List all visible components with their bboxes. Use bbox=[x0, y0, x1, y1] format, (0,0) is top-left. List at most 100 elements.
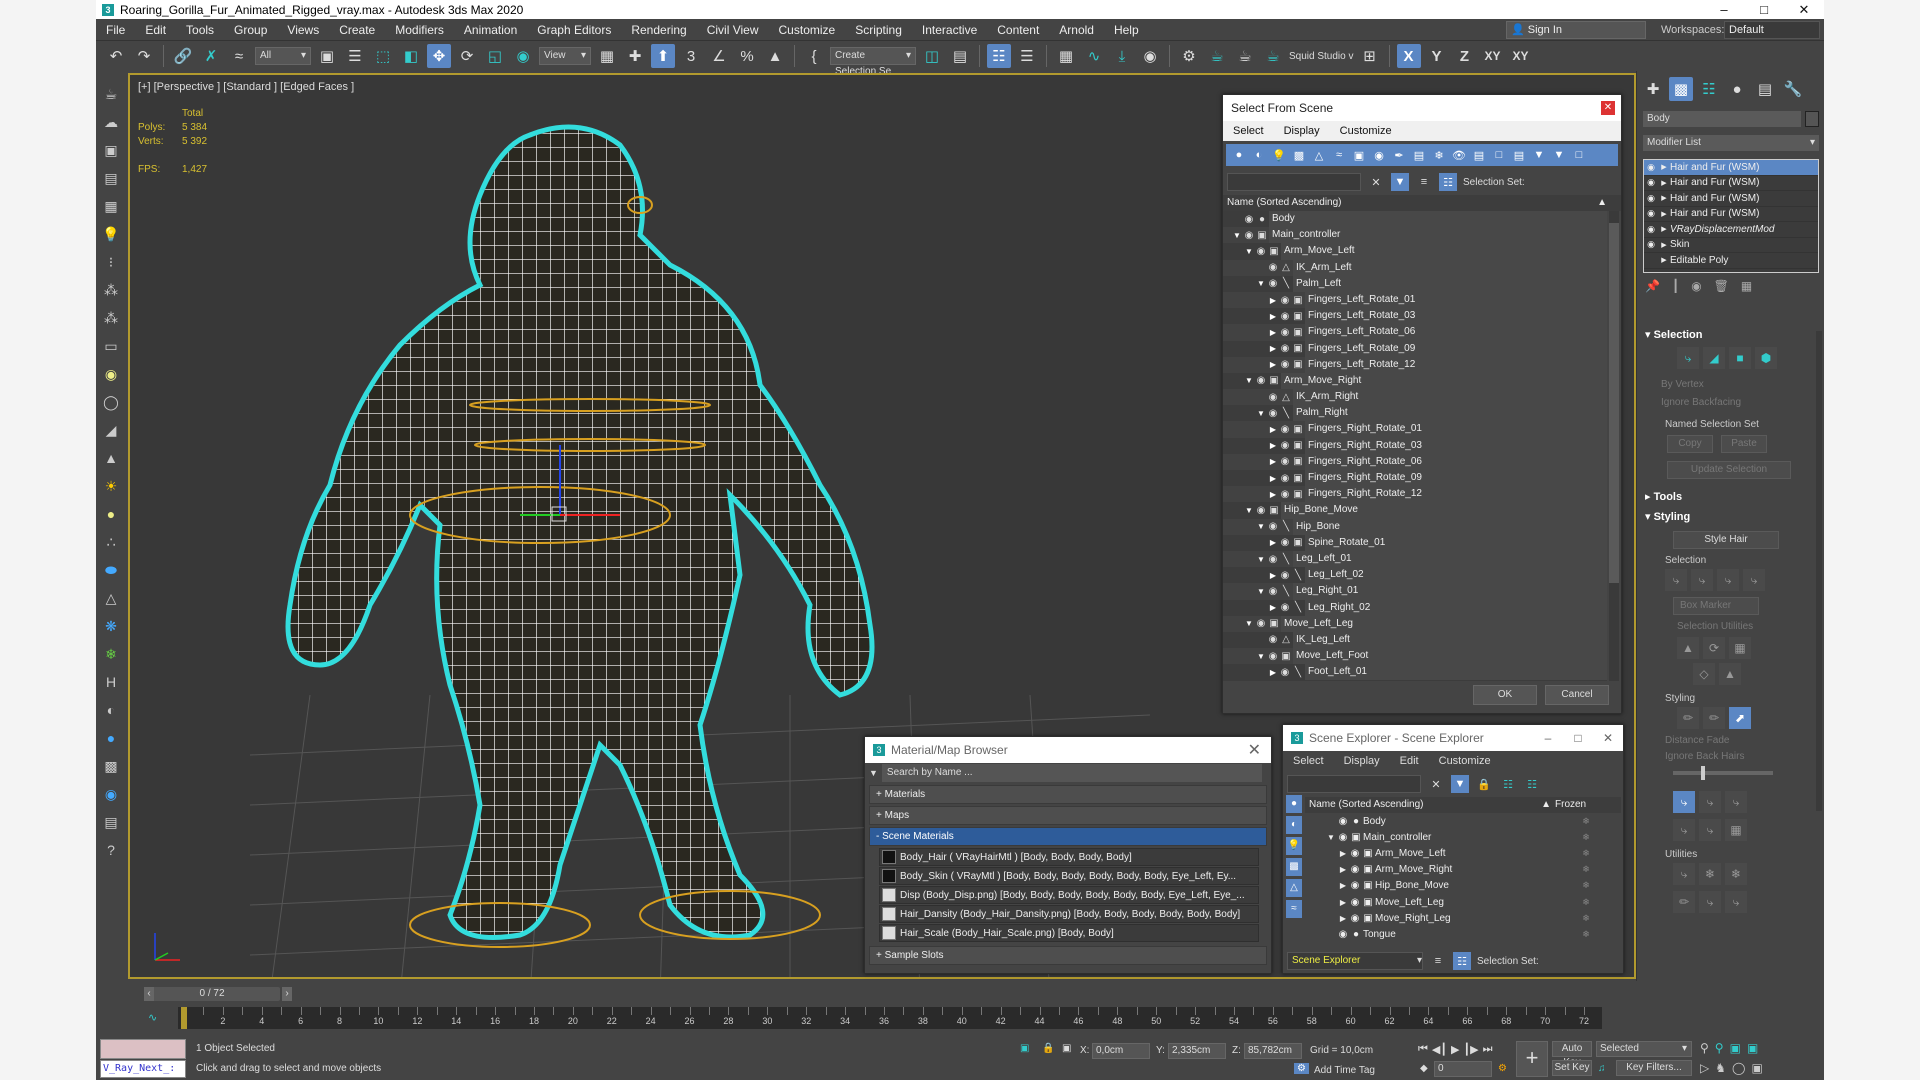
se-layers-icon[interactable]: ≡ bbox=[1429, 952, 1447, 970]
hair-icon[interactable]: H bbox=[100, 671, 122, 693]
select-object-icon[interactable]: ▣ bbox=[315, 44, 339, 68]
curve-editor-toggle-icon[interactable]: ∿ bbox=[148, 1011, 157, 1024]
material-browser-close-button[interactable]: ✕ bbox=[1248, 740, 1261, 760]
tree-row[interactable]: ▼ ◉ ╲ Leg_Right_01 bbox=[1223, 583, 1607, 600]
expand-toggle-icon[interactable]: ▼ bbox=[1243, 506, 1255, 515]
x-coord-field[interactable]: 0,0cm bbox=[1092, 1043, 1150, 1059]
render-frame-icon[interactable]: ▣ bbox=[100, 139, 122, 161]
groups-filter-icon[interactable]: ▣ bbox=[1350, 149, 1368, 162]
se-minimize-button[interactable]: – bbox=[1533, 731, 1563, 745]
tree-row[interactable]: ▼ ◉ ▣ Arm_Move_Left bbox=[1223, 243, 1607, 260]
select-rotate-icon[interactable]: ⟳ bbox=[455, 44, 479, 68]
tree-row[interactable]: ▶ ◉ ▣ Fingers_Left_Rotate_12 bbox=[1223, 356, 1607, 373]
add-time-tag-icon[interactable]: ⚙ bbox=[1294, 1063, 1309, 1074]
ok-button[interactable]: OK bbox=[1473, 685, 1537, 705]
menu-tools[interactable]: Tools bbox=[176, 23, 224, 37]
modifier-toggle-icon[interactable]: ◉ bbox=[1644, 177, 1658, 188]
expand-toggle-icon[interactable]: ▼ bbox=[1325, 833, 1337, 842]
reset-rest-icon[interactable]: ⤷ bbox=[1699, 891, 1721, 913]
named-selection-dropdown[interactable]: Create Selection Se ▾ bbox=[830, 47, 916, 77]
teapot-icon[interactable]: ☕ bbox=[100, 83, 122, 105]
expand-toggle-icon[interactable]: ▼ bbox=[1255, 279, 1267, 288]
show-end-result-icon[interactable]: ┃ bbox=[1672, 279, 1679, 293]
y-coord-field[interactable]: 2,335cm bbox=[1168, 1043, 1226, 1059]
link-icon[interactable]: 🔗 bbox=[171, 44, 195, 68]
tree-row[interactable]: ▼ ◉ ▣ Main_controller ❄ bbox=[1305, 829, 1621, 846]
pop-selected-icon[interactable]: ❄ bbox=[1699, 863, 1721, 885]
hide-selected-icon[interactable]: ◇ bbox=[1693, 663, 1715, 685]
element-icon[interactable]: ⬢ bbox=[1755, 347, 1777, 369]
modify-tab-icon[interactable]: ▩ bbox=[1669, 77, 1693, 101]
tree-row[interactable]: ▼ ◉ ▣ Move_Left_Foot bbox=[1223, 648, 1607, 665]
sfs-scrollbar[interactable] bbox=[1609, 211, 1619, 681]
translate-brush-icon[interactable]: ⤷ bbox=[1673, 791, 1695, 813]
geometry-icon[interactable]: ◐ bbox=[100, 699, 122, 721]
layers-icon[interactable]: ≡ bbox=[1415, 173, 1433, 191]
se-lights-filter-icon[interactable]: 💡 bbox=[1286, 837, 1302, 855]
show-hidden-icon[interactable]: ▲ bbox=[1719, 663, 1741, 685]
visibility-eye-icon[interactable]: ◉ bbox=[1279, 343, 1291, 354]
se-menu-edit[interactable]: Edit bbox=[1390, 755, 1429, 767]
cancel-button[interactable]: Cancel bbox=[1545, 685, 1609, 705]
tree-row[interactable]: ◉ △ IK_Arm_Right bbox=[1223, 389, 1607, 406]
spinner-snap-icon[interactable]: ▲ bbox=[763, 44, 787, 68]
se-maximize-button[interactable]: □ bbox=[1563, 731, 1593, 745]
motion-tab-icon[interactable]: ● bbox=[1725, 77, 1749, 101]
brush-size-slider-handle[interactable] bbox=[1701, 766, 1705, 780]
tree-row[interactable]: ▶ ◉ ▣ Fingers_Left_Rotate_03 bbox=[1223, 308, 1607, 325]
render-setup-icon[interactable]: ⚙ bbox=[1177, 44, 1201, 68]
window-crossing-icon[interactable]: ◧ bbox=[399, 44, 423, 68]
lights-filter-icon[interactable]: 💡 bbox=[1270, 149, 1288, 162]
menu-views[interactable]: Views bbox=[277, 23, 329, 37]
tree-row[interactable]: ▶ ◉ ╲ Leg_Left_02 bbox=[1223, 567, 1607, 584]
snaps-toggle-icon[interactable]: 3 bbox=[679, 44, 703, 68]
cloud-icon[interactable]: ☁ bbox=[100, 111, 122, 133]
frozen-toggle-icon[interactable]: ❄ bbox=[1551, 929, 1621, 940]
walk-through-icon[interactable]: ♞ bbox=[1715, 1061, 1726, 1075]
expand-toggle-icon[interactable]: ▶ bbox=[1267, 360, 1279, 369]
menu-help[interactable]: Help bbox=[1104, 23, 1149, 37]
stand-brush-icon[interactable]: ⤷ bbox=[1699, 791, 1721, 813]
tree-row[interactable]: ▼ ◉ ╲ Palm_Right bbox=[1223, 405, 1607, 422]
current-frame-field[interactable]: 0 bbox=[1434, 1061, 1492, 1077]
scene-material-item[interactable]: Hair_Scale (Body_Hair_Scale.png) [Body, … bbox=[879, 924, 1259, 942]
maximize-button[interactable]: □ bbox=[1744, 2, 1784, 18]
tree-row[interactable]: ▶ ◉ ▣ Fingers_Left_Rotate_09 bbox=[1223, 340, 1607, 357]
visibility-eye-icon[interactable]: ◉ bbox=[1267, 651, 1279, 662]
plane-icon[interactable]: ▭ bbox=[100, 335, 122, 357]
auto-key-button[interactable]: Auto Key bbox=[1552, 1041, 1592, 1068]
filter-toggle-icon[interactable]: ▼ bbox=[1391, 173, 1409, 191]
expand-toggle-icon[interactable]: ▶ bbox=[1267, 538, 1279, 547]
visibility-eye-icon[interactable]: ◉ bbox=[1267, 278, 1279, 289]
sphere-icon[interactable]: ● bbox=[100, 503, 122, 525]
se-clear-search-icon[interactable]: ✕ bbox=[1427, 775, 1445, 793]
se-menu-select[interactable]: Select bbox=[1283, 755, 1334, 767]
percent-snap-icon[interactable]: % bbox=[735, 44, 759, 68]
panel-icon[interactable]: ▦ bbox=[100, 195, 122, 217]
se-column-frozen[interactable]: Frozen bbox=[1551, 797, 1621, 813]
helpers-filter-icon[interactable]: △ bbox=[1310, 149, 1328, 162]
hair-cut-icon[interactable]: ✏ bbox=[1677, 707, 1699, 729]
clump-icon[interactable]: ⤷ bbox=[1673, 819, 1695, 841]
se-lock-icon[interactable]: 🔒 bbox=[1475, 775, 1493, 793]
workspace-dropdown[interactable]: Default bbox=[1724, 21, 1820, 39]
geometry-filter-icon[interactable]: ● bbox=[1230, 149, 1248, 161]
expand-toggle-icon[interactable]: ▼ bbox=[1255, 555, 1267, 564]
default-in-out-tangent-icon[interactable]: ♫ bbox=[1598, 1063, 1606, 1074]
se-filter-icon[interactable]: ▼ bbox=[1451, 775, 1469, 793]
frozen-toggle-icon[interactable]: ❄ bbox=[1551, 880, 1621, 891]
angle-snap-icon[interactable]: ∠ bbox=[707, 44, 731, 68]
scene-material-item[interactable]: Body_Skin ( VRayMtl ) [Body, Body, Body,… bbox=[879, 867, 1259, 885]
visibility-eye-icon[interactable]: ◉ bbox=[1279, 424, 1291, 435]
rendered-frame-window-icon[interactable]: ☕ bbox=[1205, 44, 1229, 68]
expand-toggle-icon[interactable]: ▶ bbox=[1658, 194, 1670, 202]
menu-file[interactable]: File bbox=[96, 23, 135, 37]
menu-content[interactable]: Content bbox=[987, 23, 1049, 37]
modifier-toggle-icon[interactable]: ◉ bbox=[1644, 193, 1658, 204]
sfs-menu-select[interactable]: Select bbox=[1223, 125, 1274, 137]
field-of-view-icon[interactable]: ▷ bbox=[1700, 1061, 1709, 1075]
se-column-header[interactable]: Name (Sorted Ascending) ▲ Frozen bbox=[1305, 797, 1621, 813]
expand-toggle-icon[interactable]: ▶ bbox=[1267, 668, 1279, 677]
modifier-list-dropdown[interactable]: Modifier List ▾ bbox=[1643, 135, 1819, 151]
play-icon[interactable]: ▶ bbox=[1451, 1043, 1459, 1056]
